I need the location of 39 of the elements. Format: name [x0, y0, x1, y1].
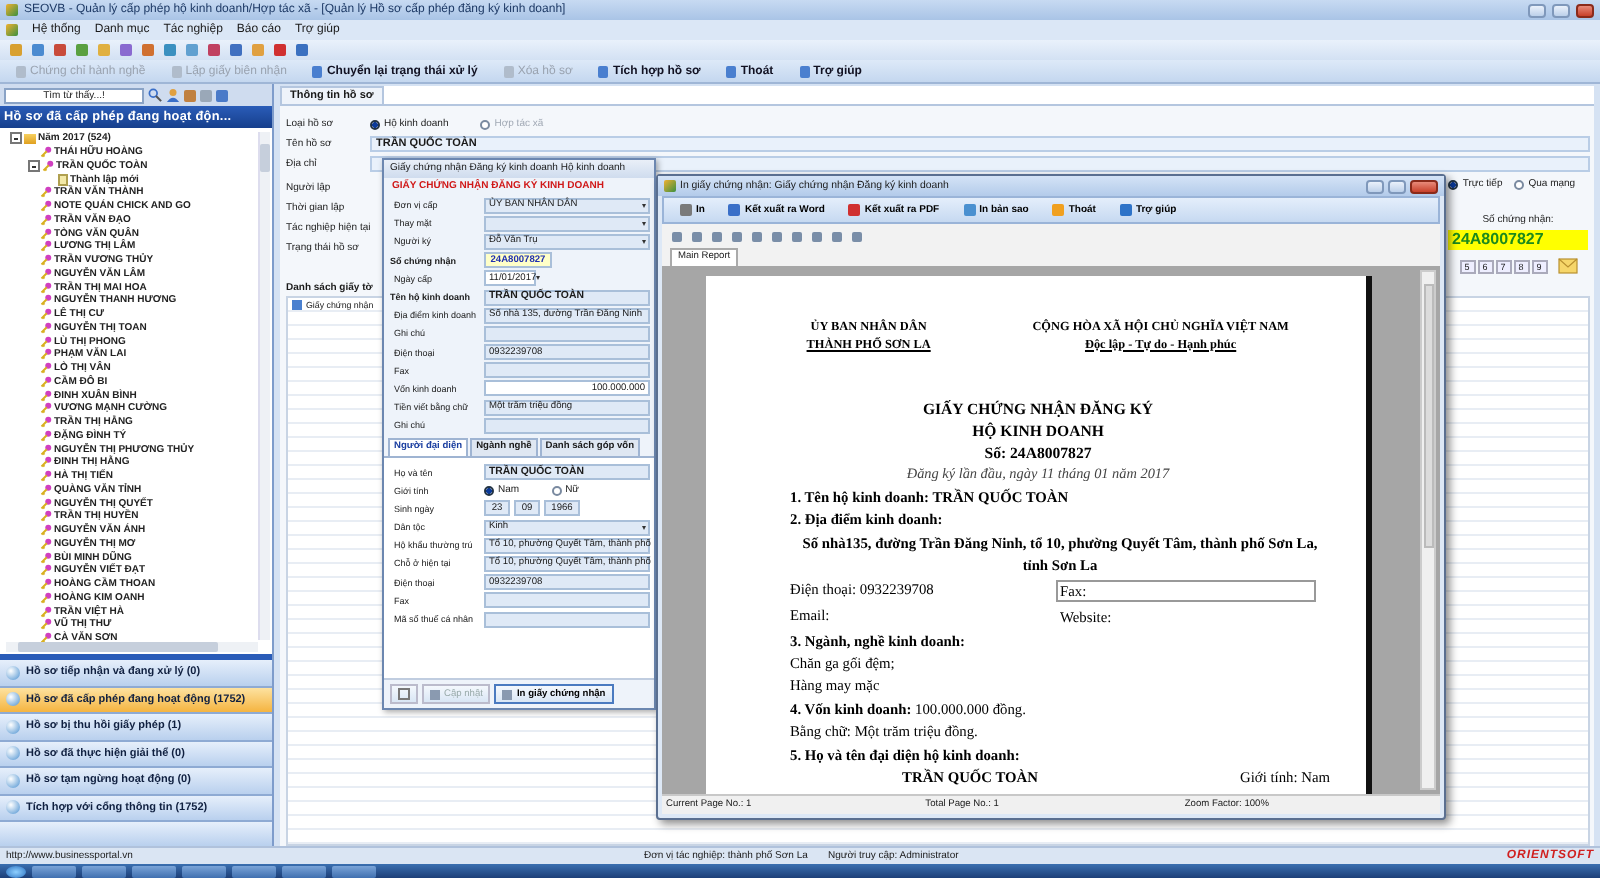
dropdown[interactable] — [484, 215, 650, 232]
maximize-icon[interactable] — [1388, 179, 1406, 193]
start-button[interactable] — [6, 865, 26, 877]
close-icon[interactable] — [1576, 3, 1594, 17]
taskbar-button[interactable] — [132, 865, 176, 877]
caret-icon — [536, 276, 541, 281]
input-field[interactable] — [484, 325, 650, 342]
caret-icon — [641, 239, 645, 244]
taskbar-button[interactable] — [232, 865, 276, 877]
caret-icon — [641, 221, 645, 226]
tree-expander[interactable] — [10, 132, 22, 145]
taskbar-button[interactable] — [32, 865, 76, 877]
close-icon[interactable] — [1410, 179, 1438, 193]
scrollbar[interactable] — [6, 642, 258, 652]
envelope-icon[interactable] — [1557, 258, 1577, 274]
tree-expander[interactable] — [28, 159, 40, 172]
tool-button[interactable] — [390, 684, 418, 704]
minimize-icon[interactable] — [1528, 3, 1546, 17]
scrollbar[interactable] — [1420, 270, 1436, 790]
input-field[interactable] — [484, 362, 650, 379]
certificate-number: 24A8007827 — [1448, 230, 1588, 250]
document-icon — [58, 173, 68, 186]
taskbar-button[interactable] — [332, 865, 376, 877]
taskbar-button[interactable] — [182, 865, 226, 877]
search-icon[interactable] — [148, 88, 162, 102]
minimize-icon[interactable] — [1366, 179, 1384, 193]
caret-icon — [641, 203, 645, 208]
document-icon — [292, 300, 302, 310]
taskbar-button[interactable] — [82, 865, 126, 877]
taskbar-button[interactable] — [282, 865, 326, 877]
folder-icon — [24, 133, 36, 144]
user-icon[interactable] — [166, 88, 180, 102]
maximize-icon[interactable] — [1552, 3, 1570, 17]
input-field[interactable] — [484, 611, 650, 628]
caret-icon — [641, 525, 645, 530]
input-field[interactable] — [484, 417, 650, 434]
scrollbar[interactable] — [258, 132, 270, 640]
input-field[interactable] — [484, 592, 650, 609]
app-icon — [664, 180, 676, 192]
